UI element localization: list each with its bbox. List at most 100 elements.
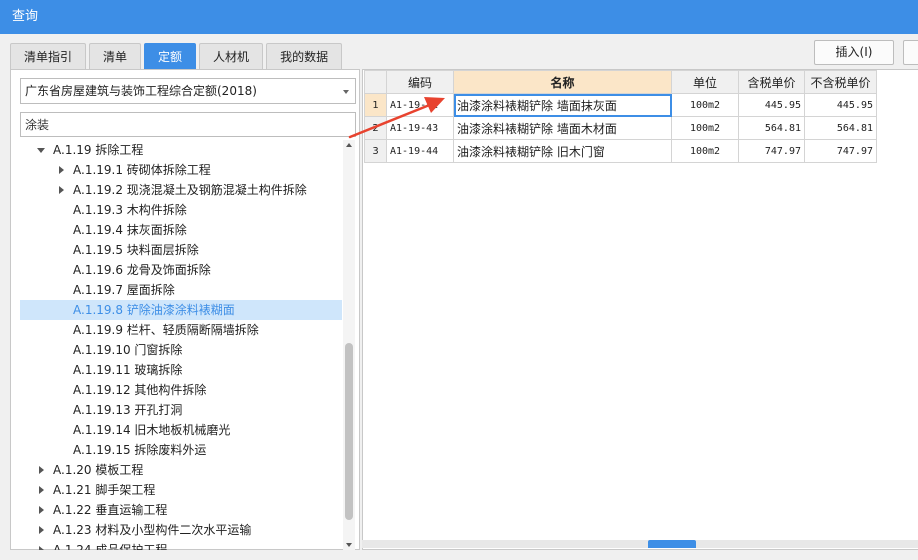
splitter-handle[interactable] — [648, 540, 696, 548]
cell-code[interactable]: A1-19-42 — [386, 93, 454, 117]
tree-item[interactable]: A.1.22 垂直运输工程 — [20, 500, 342, 520]
splitter-bar — [362, 540, 918, 548]
column-header-code[interactable]: 编码 — [386, 70, 454, 94]
tree-item[interactable]: A.1.19.1 砖砌体拆除工程 — [20, 160, 342, 180]
quota-result-panel: 编码 名称 单位 含税单价 不含税单价 1 A1-19-42 油漆涂料裱糊铲除 … — [362, 69, 918, 550]
tree-item[interactable]: A.1.19.8 铲除油漆涂料裱糊面 — [20, 300, 342, 320]
cell-price-notax[interactable]: 564.81 — [804, 116, 877, 140]
column-header-unit[interactable]: 单位 — [671, 70, 739, 94]
tree-item-label: A.1.19.5 块料面层拆除 — [73, 243, 199, 257]
tree-item[interactable]: A.1.19.6 龙骨及饰面拆除 — [20, 260, 342, 280]
cell-name[interactable]: 油漆涂料裱糊铲除 墙面木材面 — [453, 116, 672, 140]
window-title-bar: 查询 — [0, 0, 918, 34]
next-toolbar-button[interactable] — [903, 40, 918, 65]
cell-unit[interactable]: 100m2 — [671, 116, 739, 140]
cell-name[interactable]: 油漆涂料裱糊铲除 墙面抹灰面 — [453, 93, 672, 117]
chevron-right-icon[interactable] — [36, 500, 48, 520]
table-row[interactable]: 3 A1-19-44 油漆涂料裱糊铲除 旧木门窗 100m2 747.97 74… — [364, 139, 877, 163]
chevron-down-icon[interactable] — [36, 140, 48, 160]
row-index: 3 — [364, 139, 387, 163]
tree-item[interactable]: A.1.23 材料及小型构件二次水平运输 — [20, 520, 342, 540]
tree-item-label: A.1.19.6 龙骨及饰面拆除 — [73, 263, 211, 277]
tree-item[interactable]: A.1.19.11 玻璃拆除 — [20, 360, 342, 380]
tree-item-label: A.1.21 脚手架工程 — [53, 483, 156, 497]
cell-code[interactable]: A1-19-43 — [386, 116, 454, 140]
tree-item[interactable]: A.1.19.12 其他构件拆除 — [20, 380, 342, 400]
tree-item-label: A.1.19.4 抹灰面拆除 — [73, 223, 187, 237]
cell-unit[interactable]: 100m2 — [671, 93, 739, 117]
tree-item-label: A.1.19.13 开孔打洞 — [73, 403, 183, 417]
tree-item[interactable]: A.1.19.4 抹灰面拆除 — [20, 220, 342, 240]
tree-item-label: A.1.24 成品保护工程 — [53, 543, 168, 550]
insert-button[interactable]: 插入(I) — [814, 40, 894, 65]
tree-item-label: A.1.19.12 其他构件拆除 — [73, 383, 207, 397]
tree-item[interactable]: A.1.19.10 门窗拆除 — [20, 340, 342, 360]
column-header-price-notax[interactable]: 不含税单价 — [804, 70, 877, 94]
tree-item-label: A.1.19.11 玻璃拆除 — [73, 363, 183, 377]
tree-item[interactable]: A.1.19 拆除工程 — [20, 140, 342, 160]
chevron-right-icon[interactable] — [36, 540, 48, 550]
table-row[interactable]: 2 A1-19-43 油漆涂料裱糊铲除 墙面木材面 100m2 564.81 5… — [364, 116, 877, 140]
tab-my-data[interactable]: 我的数据 — [266, 43, 343, 69]
tree-item-label: A.1.23 材料及小型构件二次水平运输 — [53, 523, 252, 537]
tree-item-label: A.1.19 拆除工程 — [53, 143, 144, 157]
tree-item[interactable]: A.1.24 成品保护工程 — [20, 540, 342, 550]
chevron-right-icon[interactable] — [36, 480, 48, 500]
column-header-price-tax[interactable]: 含税单价 — [738, 70, 805, 94]
cell-unit[interactable]: 100m2 — [671, 139, 739, 163]
tree-item[interactable]: A.1.21 脚手架工程 — [20, 480, 342, 500]
tree-item[interactable]: A.1.19.9 栏杆、轻质隔断隔墙拆除 — [20, 320, 342, 340]
cell-price-tax[interactable]: 747.97 — [738, 139, 805, 163]
tree-item-label: A.1.19.2 现浇混凝土及钢筋混凝土构件拆除 — [73, 183, 307, 197]
tree-item-label: A.1.19.10 门窗拆除 — [73, 343, 183, 357]
quota-library-value: 广东省房屋建筑与装饰工程综合定额(2018) — [25, 84, 257, 98]
tree-item-label: A.1.19.8 铲除油漆涂料裱糊面 — [73, 303, 235, 317]
cell-code[interactable]: A1-19-44 — [386, 139, 454, 163]
row-index-header — [364, 70, 387, 94]
tree-item[interactable]: A.1.19.2 现浇混凝土及钢筋混凝土构件拆除 — [20, 180, 342, 200]
row-index: 1 — [364, 93, 387, 117]
chevron-right-icon[interactable] — [56, 160, 68, 180]
column-header-name[interactable]: 名称 — [453, 70, 672, 94]
search-input[interactable] — [20, 112, 356, 137]
tree-item[interactable]: A.1.19.3 木构件拆除 — [20, 200, 342, 220]
tab-quota[interactable]: 定额 — [144, 43, 197, 69]
tree-item[interactable]: A.1.19.14 旧木地板机械磨光 — [20, 420, 342, 440]
window-title: 查询 — [12, 9, 39, 24]
cell-name[interactable]: 油漆涂料裱糊铲除 旧木门窗 — [453, 139, 672, 163]
cell-price-tax[interactable]: 564.81 — [738, 116, 805, 140]
chevron-right-icon[interactable] — [56, 180, 68, 200]
scroll-down-icon[interactable] — [346, 543, 352, 547]
scrollbar-thumb[interactable] — [345, 343, 353, 520]
tree-item-label: A.1.22 垂直运输工程 — [53, 503, 168, 517]
tab-list-guide[interactable]: 清单指引 — [10, 43, 87, 69]
tree-item-label: A.1.19.3 木构件拆除 — [73, 203, 187, 217]
cell-price-tax[interactable]: 445.95 — [738, 93, 805, 117]
table-header-row: 编码 名称 单位 含税单价 不含税单价 — [364, 70, 877, 94]
cell-price-notax[interactable]: 747.97 — [804, 139, 877, 163]
chevron-right-icon[interactable] — [36, 460, 48, 480]
table-row[interactable]: 1 A1-19-42 油漆涂料裱糊铲除 墙面抹灰面 100m2 445.95 4… — [364, 93, 877, 117]
tree-item-label: A.1.19.7 屋面拆除 — [73, 283, 175, 297]
chevron-right-icon[interactable] — [36, 520, 48, 540]
quota-result-table: 编码 名称 单位 含税单价 不含税单价 1 A1-19-42 油漆涂料裱糊铲除 … — [364, 70, 877, 163]
quota-tree-panel: 广东省房屋建筑与装饰工程综合定额(2018) A.1.19 拆除工程A.1.19… — [10, 69, 360, 550]
quota-library-select[interactable]: 广东省房屋建筑与装饰工程综合定额(2018) — [20, 78, 356, 104]
tab-bill[interactable]: 清单 — [89, 43, 142, 69]
tab-labor-material-machine[interactable]: 人材机 — [199, 43, 264, 69]
quota-tree: A.1.19 拆除工程 A.1.19.1 砖砌体拆除工程 A.1.19.2 现浇混凝… — [20, 140, 342, 550]
tab-bar: 清单指引 清单 定额 人材机 我的数据 — [10, 43, 345, 69]
tree-item[interactable]: A.1.20 模板工程 — [20, 460, 342, 480]
tree-item-label: A.1.20 模板工程 — [53, 463, 144, 477]
tree-item-label: A.1.19.14 旧木地板机械磨光 — [73, 423, 231, 437]
tree-item[interactable]: A.1.19.7 屋面拆除 — [20, 280, 342, 300]
tree-item[interactable]: A.1.19.5 块料面层拆除 — [20, 240, 342, 260]
tree-item-label: A.1.19.15 拆除废料外运 — [73, 443, 207, 457]
tree-item[interactable]: A.1.19.13 开孔打洞 — [20, 400, 342, 420]
scroll-up-icon[interactable] — [346, 143, 352, 147]
tree-scrollbar[interactable] — [343, 140, 355, 550]
cell-price-notax[interactable]: 445.95 — [804, 93, 877, 117]
row-index: 2 — [364, 116, 387, 140]
caret-down-icon — [343, 90, 349, 94]
tree-item[interactable]: A.1.19.15 拆除废料外运 — [20, 440, 342, 460]
